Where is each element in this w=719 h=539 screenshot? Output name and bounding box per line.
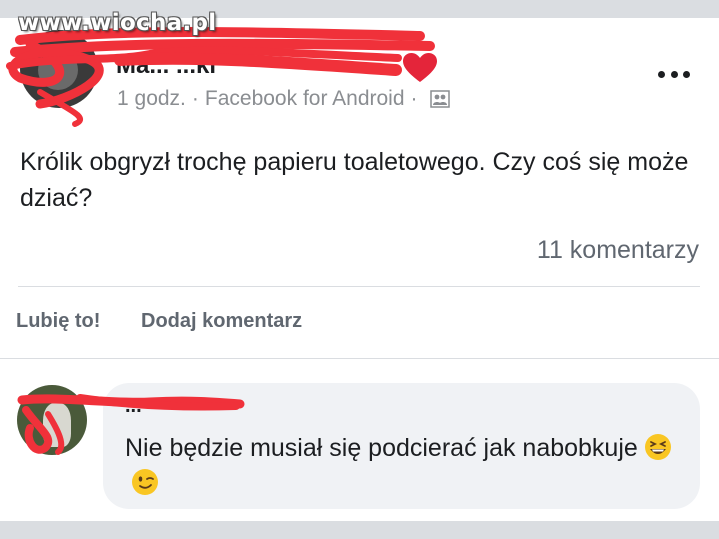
site-watermark: www.wiocha.pl	[18, 10, 217, 36]
add-comment-button[interactable]: Dodaj komentarz	[141, 310, 302, 333]
author-avatar[interactable]	[20, 30, 98, 108]
more-dot	[683, 70, 690, 78]
post-text: Królik obgryzł trochę papieru toaletoweg…	[20, 148, 689, 212]
commenter-avatar[interactable]	[17, 385, 87, 455]
comments-count[interactable]: 11 komentarzy	[537, 236, 699, 265]
heart-icon	[403, 53, 437, 82]
author-name[interactable]: Ma... ...ki	[116, 52, 216, 80]
comment-text: Nie będzie musiał się podcierać jak nabo…	[125, 431, 685, 501]
post-meta: 1 godz. · Facebook for Android ·	[117, 87, 450, 111]
more-dot	[670, 70, 678, 78]
post-source: Facebook for Android	[204, 87, 405, 110]
meta-separator: ·	[410, 87, 418, 110]
comment-body: Nie będzie musiał się podcierać jak nabo…	[125, 434, 638, 462]
bottom-strip	[0, 521, 719, 539]
more-dot	[658, 70, 665, 78]
friends-icon	[429, 90, 450, 108]
like-button[interactable]: Lubię to!	[16, 310, 100, 333]
post-time[interactable]: 1 godz.	[117, 87, 186, 111]
more-options-button[interactable]	[654, 64, 694, 84]
grinning-squinting-emoji-icon	[644, 434, 671, 460]
divider	[18, 286, 700, 287]
meta-separator: ·	[191, 87, 199, 110]
commenter-name[interactable]: ...	[125, 395, 142, 418]
winking-emoji-icon	[132, 469, 158, 495]
